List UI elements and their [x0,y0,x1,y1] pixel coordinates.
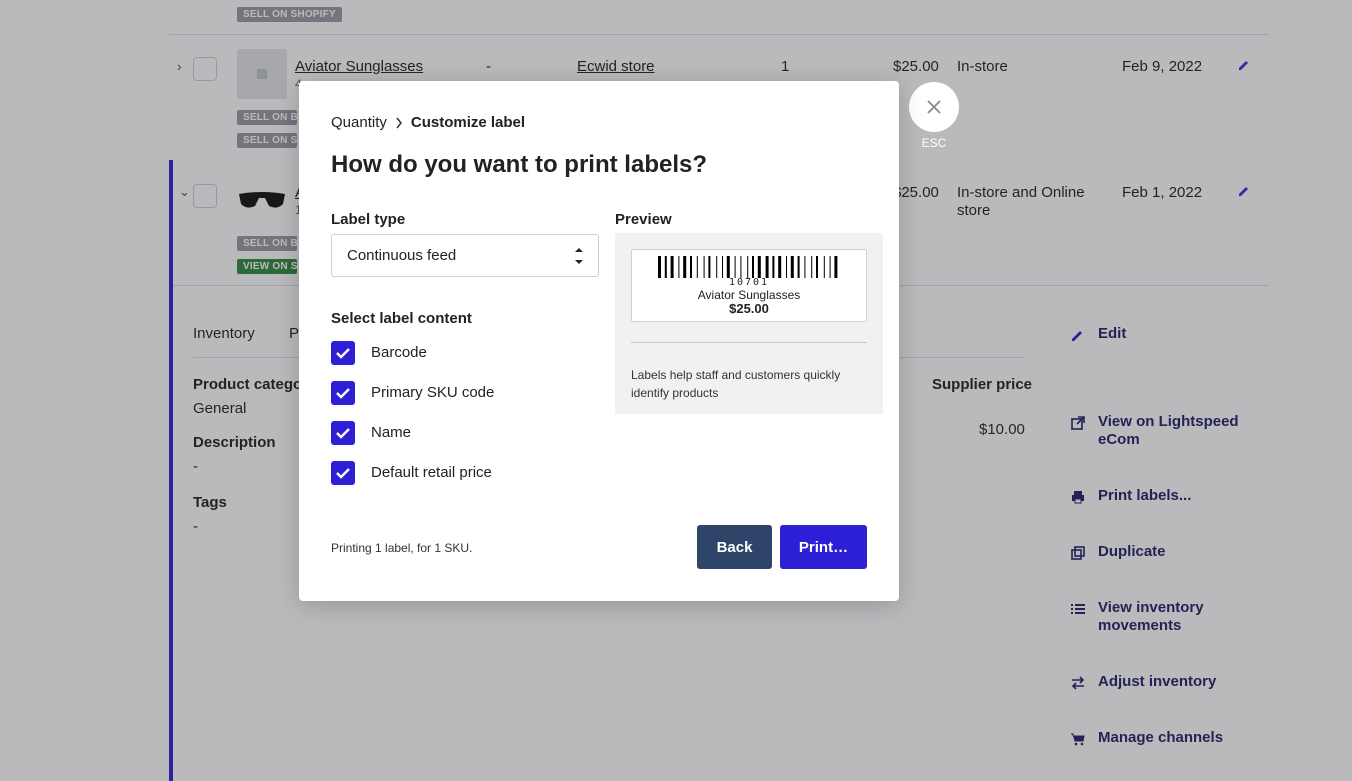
barcode-bar [786,256,787,278]
barcode-bar [829,256,831,278]
barcode-bar [716,256,718,278]
barcode-bar [797,256,800,278]
barcode-bar [670,256,674,278]
name-checkbox[interactable] [331,421,355,445]
barcode-option-label[interactable]: Barcode [371,344,427,361]
barcode-bar [664,256,667,278]
breadcrumb: Quantity Customize label [331,114,525,131]
select-arrows-icon [575,248,583,264]
barcode-bar [757,256,761,278]
name-option-label[interactable]: Name [371,424,411,441]
esc-hint: ESC [921,136,947,150]
barcode-bar [734,256,736,278]
barcode-bar [804,256,806,278]
barcode-bar [823,256,825,278]
barcode-bar [703,256,705,278]
barcode-bar [834,256,838,278]
chevron-right-icon [396,117,402,128]
barcode-bar [658,256,661,278]
barcode-bar [778,256,782,278]
print-labels-modal: Quantity Customize label How do you want… [299,81,899,601]
label-preview: 10701 Aviator Sunglasses $25.00 [631,249,867,322]
barcode-bar [683,256,687,278]
retail-price-checkbox[interactable] [331,461,355,485]
barcode-bar [696,256,698,278]
barcode-bar [811,256,813,278]
barcode-bar [678,256,680,278]
checkmark-icon [336,388,350,399]
footer-summary: Printing 1 label, for 1 SKU. [331,541,473,555]
preview-label: Preview [615,211,672,228]
barcode-checkbox[interactable] [331,341,355,365]
close-icon [927,100,941,114]
select-label-content-label: Select label content [331,310,472,327]
primary-sku-option-label[interactable]: Primary SKU code [371,384,494,401]
preview-panel: 10701 Aviator Sunglasses $25.00 Labels h… [615,233,883,414]
barcode-bar [772,256,775,278]
barcode-bar [726,256,730,278]
barcode-bar [747,256,749,278]
modal-title: How do you want to print labels? [331,151,707,178]
preview-help-text: Labels help staff and customers quickly … [631,368,841,400]
back-button[interactable]: Back [697,525,772,569]
primary-sku-checkbox[interactable] [331,381,355,405]
print-button[interactable]: Print… [780,525,867,569]
retail-price-option-label[interactable]: Default retail price [371,464,492,481]
checkmark-icon [336,348,350,359]
checkmark-icon [336,428,350,439]
preview-divider [631,342,867,343]
barcode-bar [690,256,692,278]
close-modal-button[interactable] [909,82,959,132]
barcode-bar [752,256,754,278]
preview-name: Aviator Sunglasses [697,288,801,302]
preview-sku: 10701 [728,277,770,288]
barcode-bar [740,256,742,278]
label-type-label: Label type [331,211,406,228]
breadcrumb-customize-label: Customize label [410,114,526,131]
barcode-bar [765,256,769,278]
barcode-image [658,256,838,278]
breadcrumb-quantity[interactable]: Quantity [331,114,387,131]
checkmark-icon [336,468,350,479]
label-type-select[interactable]: Continuous feed [331,234,599,277]
barcode-bar [708,256,711,278]
preview-price: $25.00 [729,301,769,316]
barcode-bar [816,256,818,278]
barcode-bar [722,256,723,278]
label-type-value: Continuous feed [347,247,457,264]
barcode-bar [790,256,794,278]
